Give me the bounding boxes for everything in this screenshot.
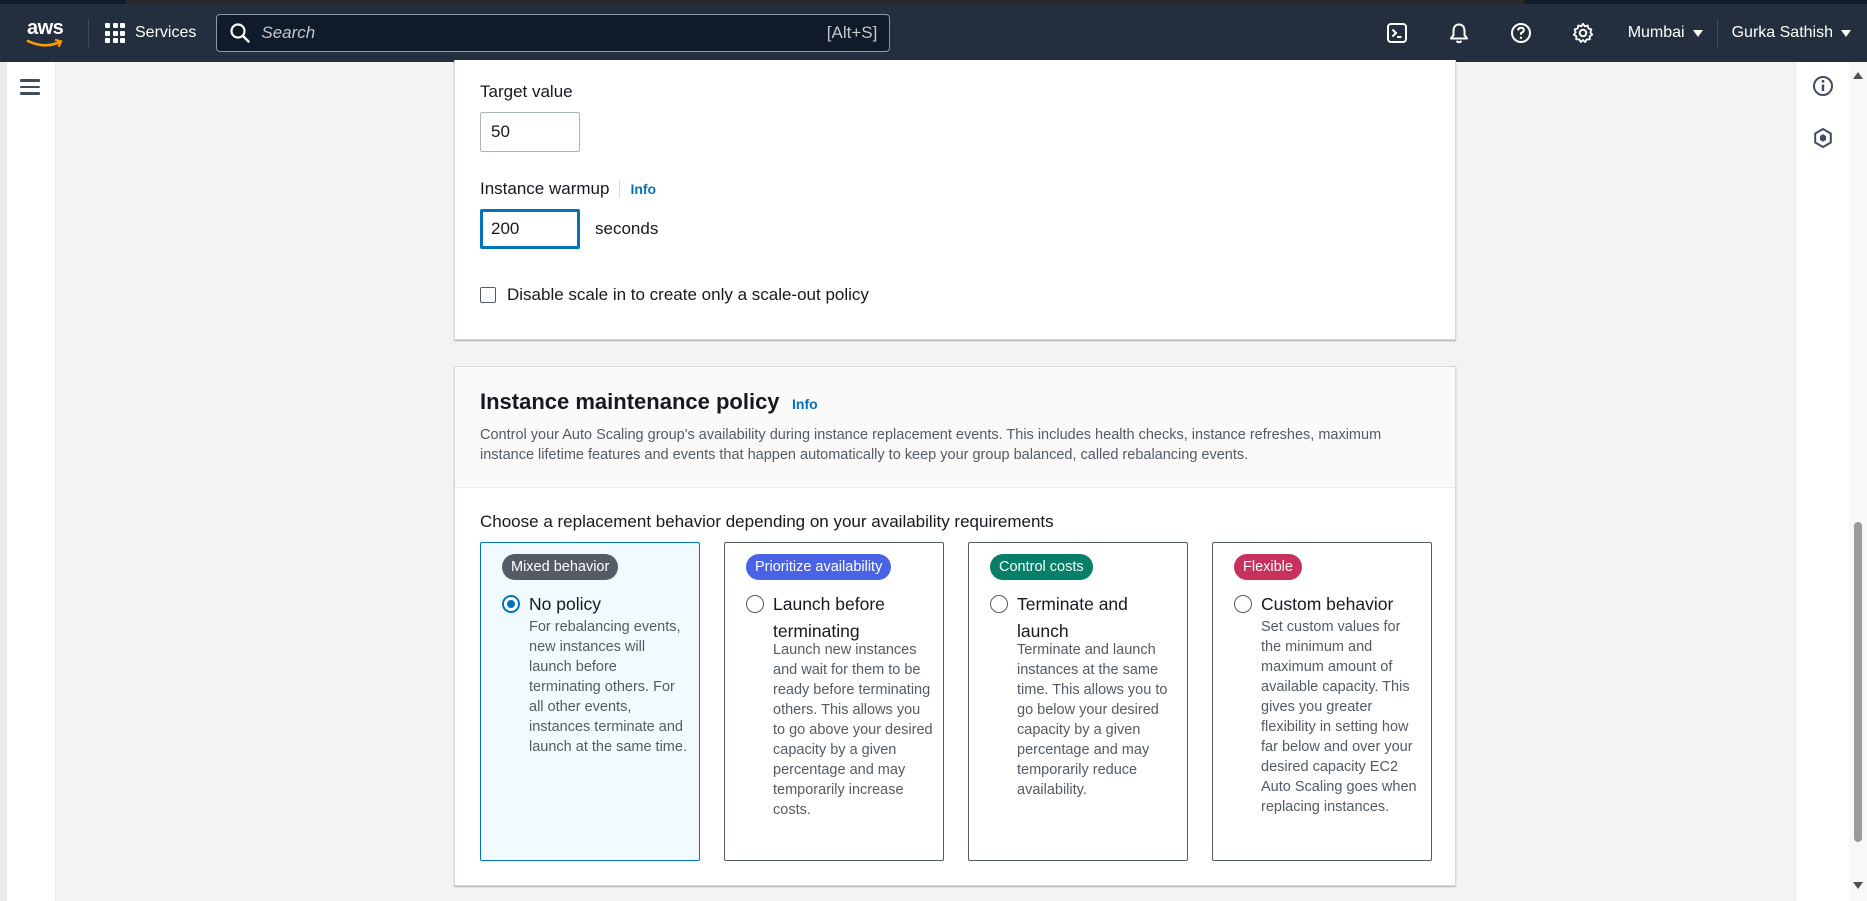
option-radio[interactable] <box>746 595 764 613</box>
option-title: Launch before terminating <box>773 594 885 641</box>
resources-panel-button[interactable] <box>1811 126 1835 150</box>
aws-logo[interactable]: aws <box>24 15 72 51</box>
target-value-label-text: Target value <box>480 82 573 101</box>
search-shortcut-hint: [Alt+S] <box>826 23 878 42</box>
settings-button[interactable] <box>1552 4 1614 62</box>
scroll-up-arrow-icon[interactable] <box>1853 72 1863 79</box>
disable-scale-in-checkbox[interactable] <box>480 287 496 303</box>
info-icon <box>1813 76 1833 96</box>
option-description: Launch new instances and wait for them t… <box>773 642 933 818</box>
option-description: Set custom values for the minimum and ma… <box>1261 619 1417 815</box>
side-navigation-rail <box>0 62 56 901</box>
replacement-option-launch-before-terminating[interactable]: Prioritize availability Launch before ter… <box>724 542 944 861</box>
info-panel-button[interactable] <box>1811 74 1835 98</box>
maintenance-header: Instance maintenance policy Info Control… <box>455 367 1455 488</box>
help-button[interactable] <box>1490 4 1552 62</box>
menu-icon[interactable] <box>20 79 40 95</box>
maintenance-info-link[interactable]: Info <box>792 396 818 412</box>
option-badge: Mixed behavior <box>502 554 619 580</box>
apps-grid-icon <box>105 23 125 43</box>
disable-scale-in-label: Disable scale in to create only a scale-… <box>507 285 869 304</box>
top-navigation: aws Services [Alt+S] <box>0 4 1867 62</box>
instance-warmup-info-link[interactable]: Info <box>619 180 656 198</box>
option-badge: Prioritize availability <box>746 554 892 580</box>
aws-logo-text: aws <box>27 17 64 39</box>
services-label: Services <box>135 24 197 41</box>
maintenance-title: Instance maintenance policy <box>480 389 780 414</box>
target-value-input[interactable] <box>480 112 580 152</box>
gear-icon <box>1572 22 1593 43</box>
maintenance-description: Control your Auto Scaling group's availa… <box>480 427 1382 463</box>
search-box[interactable]: [Alt+S] <box>216 14 891 52</box>
option-title: Terminate and launch <box>1017 594 1128 641</box>
replacement-option-terminate-and-launch[interactable]: Control costs Terminate and launch Termina… <box>968 542 1188 861</box>
option-radio[interactable] <box>1234 595 1252 613</box>
hexagon-icon <box>1814 128 1832 148</box>
scroll-down-arrow-icon[interactable] <box>1853 882 1863 889</box>
option-badge: Flexible <box>1234 554 1302 580</box>
option-radio[interactable] <box>990 595 1008 613</box>
option-description: Terminate and launch instances at the sa… <box>1017 642 1168 798</box>
instance-warmup-input[interactable] <box>480 209 580 249</box>
instance-maintenance-panel: Instance maintenance policy Info Control… <box>454 366 1456 886</box>
option-badge: Control costs <box>990 554 1093 580</box>
region-label: Mumbai <box>1627 24 1685 41</box>
option-title: No policy <box>529 594 601 614</box>
scrollbar-thumb[interactable] <box>1854 522 1862 842</box>
option-description: For rebalancing events, new instances wi… <box>529 619 687 755</box>
nav-divider <box>88 19 89 47</box>
replacement-option-custom-behavior[interactable]: Flexible Custom behavior Set custom values… <box>1212 542 1432 861</box>
scaling-policy-panel: Target value Instance warmup Info second… <box>454 60 1456 340</box>
region-selector[interactable]: Mumbai <box>1614 4 1717 62</box>
account-menu[interactable]: Gurka Sathish <box>1718 4 1867 62</box>
caret-down-icon <box>1841 29 1851 37</box>
warmup-unit-label: seconds <box>595 219 659 238</box>
services-menu[interactable]: Services <box>105 23 196 43</box>
caret-down-icon <box>1692 29 1703 37</box>
instance-warmup-label: Instance warmup Info <box>480 179 656 199</box>
bell-icon <box>1449 23 1468 44</box>
replacement-option-no-policy[interactable]: Mixed behavior No policy For rebalancing e… <box>480 542 700 861</box>
option-radio[interactable] <box>502 595 520 613</box>
page-scrollbar[interactable] <box>1849 62 1867 901</box>
disable-scale-in-checkbox-row[interactable]: Disable scale in to create only a scale-… <box>480 285 869 305</box>
cloudshell-icon <box>1386 23 1407 43</box>
notifications-button[interactable] <box>1428 4 1490 62</box>
search-icon <box>230 23 251 43</box>
target-value-label: Target value <box>480 82 573 102</box>
search-input[interactable] <box>261 23 827 43</box>
window-left-edge <box>0 62 7 901</box>
tools-rail <box>1795 62 1849 901</box>
replacement-behavior-label: Choose a replacement behavior depending … <box>480 512 1054 531</box>
instance-warmup-label-text: Instance warmup <box>480 179 610 198</box>
aws-smile-icon <box>26 39 63 48</box>
cloudshell-button[interactable] <box>1366 4 1428 62</box>
option-title: Custom behavior <box>1261 594 1394 614</box>
help-icon <box>1510 23 1531 43</box>
account-name: Gurka Sathish <box>1731 24 1833 41</box>
